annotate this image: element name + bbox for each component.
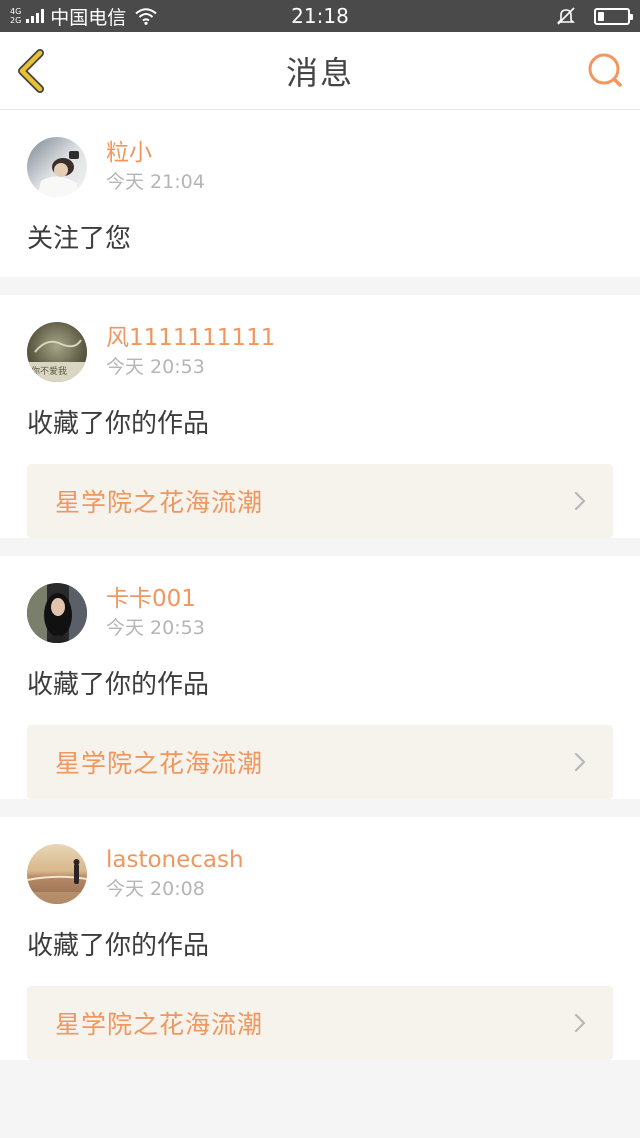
timestamp: 今天 20:53 [106, 356, 205, 378]
signal-icon [26, 9, 45, 23]
network-type-indicator: 4G 2G [10, 7, 21, 25]
username[interactable]: lastonecash [106, 845, 244, 875]
chevron-right-icon [574, 491, 586, 511]
chevron-left-icon [18, 49, 44, 93]
avatar[interactable] [27, 583, 87, 643]
wifi-icon [135, 8, 157, 25]
username[interactable]: 风1111111111 [106, 323, 275, 353]
action-text: 收藏了你的作品 [27, 931, 210, 961]
work-title: 星学院之花海流潮 [55, 1010, 264, 1039]
avatar[interactable]: 你不爱我 [27, 322, 87, 382]
status-right [556, 6, 633, 26]
avatar[interactable] [27, 137, 87, 197]
message-list: 粒小 今天 21:04 关注了您 你不爱我 风1111111111 今天 20:… [0, 110, 640, 1078]
message-card: 你不爱我 风1111111111 今天 20:53 收藏了你的作品 星学院之花海… [0, 295, 640, 538]
network-type-2g: 2G [10, 16, 22, 25]
action-text: 关注了您 [27, 224, 132, 254]
timestamp: 今天 20:53 [106, 617, 205, 639]
message-header: lastonecash 今天 20:08 [27, 844, 613, 904]
work-link[interactable]: 星学院之花海流潮 [27, 725, 613, 799]
work-link[interactable]: 星学院之花海流潮 [27, 464, 613, 538]
carrier-name: 中国电信 [50, 6, 127, 29]
navbar: 消息 [0, 32, 640, 110]
page-title: 消息 [285, 53, 354, 92]
message-card: 卡卡001 今天 20:53 收藏了你的作品 星学院之花海流潮 [0, 556, 640, 799]
work-link[interactable]: 星学院之花海流潮 [27, 986, 613, 1060]
action-text: 收藏了你的作品 [27, 409, 210, 439]
action-text: 收藏了你的作品 [27, 670, 210, 700]
work-title: 星学院之花海流潮 [55, 488, 264, 517]
search-button[interactable] [586, 52, 624, 90]
avatar[interactable] [27, 844, 87, 904]
message-card: 粒小 今天 21:04 关注了您 [0, 110, 640, 277]
chevron-right-icon [574, 1013, 586, 1033]
mute-icon [557, 7, 575, 25]
chevron-right-icon [574, 752, 586, 772]
battery-icon [594, 7, 633, 25]
status-bar: 4G 2G 中国电信 21:18 [0, 0, 640, 32]
user-info: 粒小 今天 21:04 [106, 138, 205, 196]
search-icon [588, 53, 622, 87]
status-left: 4G 2G 中国电信 [10, 3, 157, 30]
username[interactable]: 粒小 [106, 138, 205, 168]
message-card: lastonecash 今天 20:08 收藏了你的作品 星学院之花海流潮 [0, 817, 640, 1060]
message-header: 粒小 今天 21:04 [27, 137, 613, 197]
back-button[interactable] [14, 49, 54, 93]
user-info: 风1111111111 今天 20:53 [106, 323, 275, 381]
timestamp: 今天 20:08 [106, 878, 205, 900]
username[interactable]: 卡卡001 [106, 584, 205, 614]
message-header: 卡卡001 今天 20:53 [27, 583, 613, 643]
user-info: lastonecash 今天 20:08 [106, 845, 244, 903]
timestamp: 今天 21:04 [106, 171, 205, 193]
message-header: 你不爱我 风1111111111 今天 20:53 [27, 322, 613, 382]
work-title: 星学院之花海流潮 [55, 749, 264, 778]
battery-level [598, 11, 604, 21]
avatar-caption: 你不爱我 [31, 365, 67, 377]
user-info: 卡卡001 今天 20:53 [106, 584, 205, 642]
network-type-4g: 4G [10, 7, 22, 16]
